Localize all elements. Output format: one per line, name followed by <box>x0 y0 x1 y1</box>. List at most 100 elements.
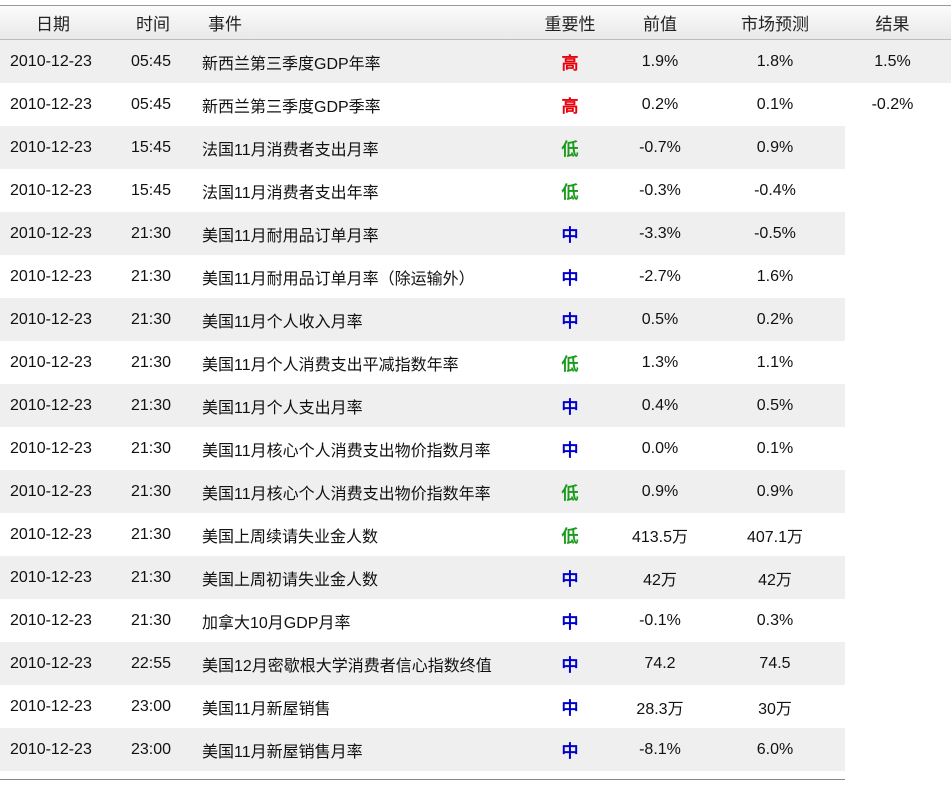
cell-time: 05:45 <box>130 52 172 70</box>
table-row[interactable]: 2010-12-23 21:30 美国11月个人收入月率 中 0.5% 0.2% <box>0 298 951 341</box>
table-row[interactable]: 2010-12-23 21:30 美国11月核心个人消费支出物价指数月率 中 0.0% 0… <box>0 427 951 470</box>
cell-result <box>845 513 940 556</box>
cell-event: 美国11月新屋销售 <box>202 700 331 718</box>
cell-date: 2010-12-23 <box>10 740 92 758</box>
cell-forecast: 74.5 <box>759 654 791 672</box>
cell-date: 2010-12-23 <box>10 568 92 586</box>
cell-date: 2010-12-23 <box>10 439 92 457</box>
table-row[interactable]: 2010-12-23 21:30 美国上周初请失业金人数 中 42万 42万 <box>0 556 951 599</box>
cell-forecast: 407.1万 <box>746 528 804 546</box>
cell-forecast: 30万 <box>758 700 792 718</box>
table-row[interactable]: 2010-12-23 21:30 美国上周续请失业金人数 低 413.5万 407.1万 <box>0 513 951 556</box>
cell-time: 21:30 <box>130 439 172 457</box>
cell-event: 美国11月个人收入月率 <box>202 313 363 331</box>
cell-importance: 中 <box>561 570 579 589</box>
cell-forecast: -0.5% <box>754 224 796 242</box>
cell-result <box>845 556 940 599</box>
cell-previous: 42万 <box>643 571 677 589</box>
table-row[interactable]: 2010-12-23 15:45 法国11月消费者支出月率 低 -0.7% 0.9% <box>0 126 951 169</box>
cell-result <box>845 298 940 341</box>
cell-previous: 1.9% <box>641 52 679 70</box>
cell-time: 21:30 <box>130 267 172 285</box>
cell-importance: 中 <box>561 613 579 632</box>
cell-previous: 413.5万 <box>631 528 689 546</box>
table-row[interactable]: 2010-12-23 15:45 法国11月消费者支出年率 低 -0.3% -0.4% <box>0 169 951 212</box>
cell-previous: 28.3万 <box>636 700 684 718</box>
cell-previous: 0.9% <box>641 482 679 500</box>
column-header-previous[interactable]: 前值 <box>615 6 705 39</box>
cell-event: 美国11月个人支出月率 <box>202 399 363 417</box>
column-header-time[interactable]: 时间 <box>125 6 181 39</box>
cell-date: 2010-12-23 <box>10 310 92 328</box>
cell-time: 21:30 <box>130 482 172 500</box>
cell-importance: 中 <box>561 656 579 675</box>
cell-event: 美国12月密歇根大学消费者信心指数终值 <box>202 657 492 675</box>
cell-forecast: 42万 <box>758 571 792 589</box>
cell-date: 2010-12-23 <box>10 224 92 242</box>
table-row[interactable]: 2010-12-23 23:00 美国11月新屋销售 中 28.3万 30万 <box>0 685 951 728</box>
cell-importance: 中 <box>561 269 579 288</box>
column-header-event[interactable]: 事件 <box>208 6 538 39</box>
cell-importance: 低 <box>561 140 579 159</box>
cell-result <box>845 728 940 771</box>
cell-time: 22:55 <box>130 654 172 672</box>
cell-forecast: 0.9% <box>756 482 794 500</box>
table-row[interactable]: 2010-12-23 21:30 美国11月核心个人消费支出物价指数年率 低 0.9% 0… <box>0 470 951 513</box>
column-header-date[interactable]: 日期 <box>36 6 96 39</box>
cell-result <box>845 212 940 255</box>
cell-forecast: 0.2% <box>756 310 794 328</box>
cell-date: 2010-12-23 <box>10 353 92 371</box>
cell-importance: 中 <box>561 312 579 331</box>
table-row[interactable]: 2010-12-23 05:45 新西兰第三季度GDP年率 高 1.9% 1.8% 1.5% <box>0 40 951 83</box>
cell-forecast: 0.1% <box>756 95 794 113</box>
column-header-result[interactable]: 结果 <box>845 6 940 39</box>
cell-event: 加拿大10月GDP月率 <box>202 614 351 632</box>
cell-importance: 低 <box>561 484 579 503</box>
cell-importance: 高 <box>561 54 579 73</box>
cell-forecast: 0.1% <box>756 439 794 457</box>
cell-importance: 中 <box>561 699 579 718</box>
table-row[interactable]: 2010-12-23 21:30 美国11月耐用品订单月率 中 -3.3% -0.5% <box>0 212 951 255</box>
cell-previous: -0.7% <box>639 138 681 156</box>
cell-importance: 中 <box>561 226 579 245</box>
cell-result <box>845 384 940 427</box>
cell-previous: 1.3% <box>641 353 679 371</box>
cell-date: 2010-12-23 <box>10 525 92 543</box>
cell-date: 2010-12-23 <box>10 654 92 672</box>
table-row[interactable]: 2010-12-23 21:30 美国11月个人消费支出平减指数年率 低 1.3% 1.1… <box>0 341 951 384</box>
cell-previous: -3.3% <box>639 224 681 242</box>
cell-event: 法国11月消费者支出年率 <box>202 184 379 202</box>
cell-result <box>845 685 940 728</box>
column-header-forecast[interactable]: 市场预测 <box>725 6 825 39</box>
cell-event: 美国上周续请失业金人数 <box>202 528 379 546</box>
cell-date: 2010-12-23 <box>10 611 92 629</box>
cell-importance: 低 <box>561 355 579 374</box>
cell-event: 美国上周初请失业金人数 <box>202 571 379 589</box>
cell-previous: 0.5% <box>641 310 679 328</box>
table-row[interactable]: 2010-12-23 21:30 美国11月耐用品订单月率（除运输外） 中 -2.7% 1… <box>0 255 951 298</box>
column-header-importance[interactable]: 重要性 <box>530 6 610 39</box>
table-row[interactable]: 2010-12-23 21:30 美国11月个人支出月率 中 0.4% 0.5% <box>0 384 951 427</box>
table-row[interactable]: 2010-12-23 05:45 新西兰第三季度GDP季率 高 0.2% 0.1% -0.2… <box>0 83 951 126</box>
cell-event: 法国11月消费者支出月率 <box>202 141 379 159</box>
cell-previous: -0.1% <box>639 611 681 629</box>
cell-event: 美国11月新屋销售月率 <box>202 743 363 761</box>
table-row[interactable]: 2010-12-23 23:00 美国11月新屋销售月率 中 -8.1% 6.0% <box>0 728 951 771</box>
cell-time: 21:30 <box>130 611 172 629</box>
cell-time: 21:30 <box>130 525 172 543</box>
cell-result: -0.2% <box>871 95 914 113</box>
cell-importance: 中 <box>561 398 579 417</box>
cell-importance: 中 <box>561 441 579 460</box>
cell-result <box>845 427 940 470</box>
table-row[interactable]: 2010-12-23 21:30 加拿大10月GDP月率 中 -0.1% 0.3% <box>0 599 951 642</box>
cell-event: 新西兰第三季度GDP年率 <box>202 55 381 73</box>
cell-previous: 0.0% <box>641 439 679 457</box>
cell-event: 美国11月耐用品订单月率（除运输外） <box>202 270 475 288</box>
cell-result <box>845 642 940 685</box>
cell-importance: 高 <box>561 97 579 116</box>
cell-result <box>845 255 940 298</box>
cell-date: 2010-12-23 <box>10 181 92 199</box>
cell-forecast: 0.5% <box>756 396 794 414</box>
cell-result <box>845 169 940 212</box>
table-row[interactable]: 2010-12-23 22:55 美国12月密歇根大学消费者信心指数终值 中 74.2 7… <box>0 642 951 685</box>
